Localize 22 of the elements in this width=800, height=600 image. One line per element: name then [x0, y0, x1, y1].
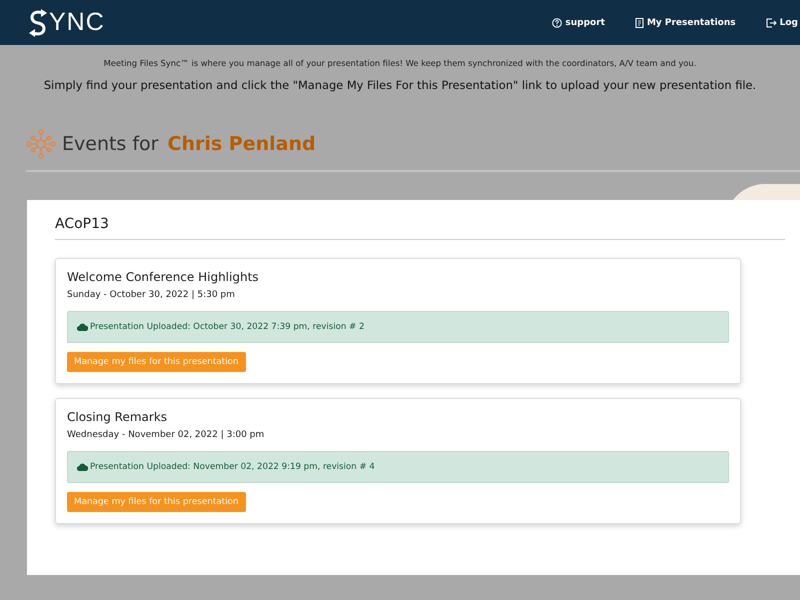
presenter-name: Chris Penland: [168, 133, 316, 155]
events-heading: Events for: [62, 133, 158, 155]
nav-link[interactable]: support: [552, 18, 605, 28]
logout-icon: [766, 18, 777, 28]
session-title: Welcome Conference Highlights: [67, 270, 260, 284]
event-title: ACoP13: [55, 216, 785, 240]
session-date: Wednesday - November 02, 2022 | 3:00 pm: [67, 430, 266, 440]
nav-link[interactable]: Log: [766, 18, 798, 28]
upload-status-text: Presentation Uploaded: November 02, 2022 9:19 pm, revision # 4: [90, 462, 375, 472]
intro-note: Meeting Files Sync™ is where you manage all of your presentation files! We keep them synchronized with the coordinators, A/V team and you.: [102, 58, 698, 68]
intro-instruction: Simply find your presentation and click the "Manage My Files For this Presentation" link to upload your new presentation file.: [42, 78, 758, 92]
document-icon: [634, 18, 644, 28]
network-icon: [26, 129, 56, 159]
session-date: Sunday - October 30, 2022 | 5:30 pm: [67, 290, 236, 300]
cloud-icon: [77, 323, 88, 331]
logo-text: YNC: [49, 8, 105, 37]
sync-arrows-icon: [28, 8, 48, 38]
help-icon: [552, 18, 562, 28]
upload-status-text: Presentation Uploaded: October 30, 2022 7:39 pm, revision # 2: [90, 322, 364, 332]
nav-link[interactable]: My Presentations: [634, 18, 736, 28]
session-title: Closing Remarks: [67, 410, 168, 424]
cloud-icon: [77, 463, 88, 471]
